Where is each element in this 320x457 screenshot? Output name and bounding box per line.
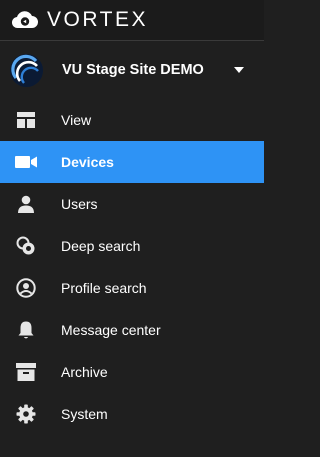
sidebar-item-deep-search[interactable]: Deep search [0, 225, 264, 267]
sidebar-item-label: Message center [61, 322, 161, 338]
sidebar-item-label: Archive [61, 364, 108, 380]
site-name: VU Stage Site DEMO [62, 62, 204, 78]
sidebar-nav: View Devices Users Deep search Profile s… [0, 99, 264, 435]
view-layout-icon [15, 109, 37, 131]
gear-icon [15, 403, 37, 425]
sidebar-item-label: Devices [61, 154, 114, 170]
sidebar-item-users[interactable]: Users [0, 183, 264, 225]
sidebar-item-view[interactable]: View [0, 99, 264, 141]
sidebar: VORTEX VU Stage Site DEMO View Devices U… [0, 0, 264, 457]
caret-down-icon[interactable] [234, 67, 244, 73]
sidebar-item-label: Profile search [61, 280, 147, 296]
deep-search-icon [15, 235, 37, 257]
sidebar-item-label: Deep search [61, 238, 141, 254]
sidebar-item-label: Users [61, 196, 98, 212]
site-selector[interactable]: VU Stage Site DEMO [0, 41, 264, 99]
sidebar-item-label: View [61, 112, 92, 128]
vortex-logo-icon [10, 9, 40, 31]
user-icon [15, 193, 37, 215]
bell-icon [15, 319, 37, 341]
sidebar-item-message-center[interactable]: Message center [0, 309, 264, 351]
sidebar-item-profile-search[interactable]: Profile search [0, 267, 264, 309]
brand-name: VORTEX [47, 8, 148, 31]
profile-search-icon [15, 277, 37, 299]
sidebar-item-label: System [61, 406, 108, 422]
brand-header: VORTEX [0, 0, 264, 41]
sidebar-item-devices[interactable]: Devices [0, 141, 264, 183]
camera-icon [15, 151, 37, 173]
site-avatar [10, 53, 43, 87]
archive-icon [15, 361, 37, 383]
sidebar-item-archive[interactable]: Archive [0, 351, 264, 393]
sidebar-item-system[interactable]: System [0, 393, 264, 435]
